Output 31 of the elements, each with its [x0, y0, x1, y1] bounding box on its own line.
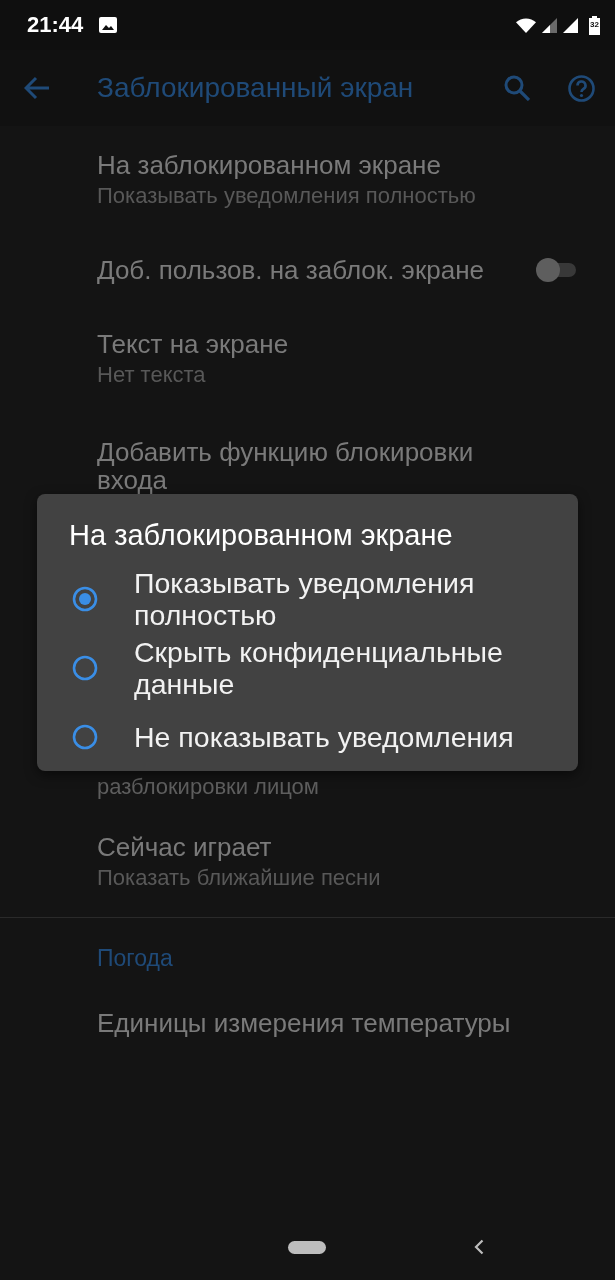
setting-title[interactable]: Сейчас играет	[97, 832, 272, 863]
radio-icon[interactable]	[72, 655, 98, 681]
signal-icon	[542, 17, 557, 33]
setting-title[interactable]: Единицы измерения температуры	[97, 1008, 511, 1039]
setting-summary: Нет текста	[97, 361, 206, 389]
option-label[interactable]: Скрыть конфиденциальные данные	[134, 636, 554, 700]
back-icon[interactable]	[474, 1239, 484, 1255]
setting-summary: Показать ближайшие песни	[97, 864, 381, 892]
setting-summary: Показывать уведомления полностью	[97, 182, 476, 210]
signal-icon	[563, 17, 578, 33]
section-header: Погода	[97, 944, 173, 973]
option-label[interactable]: Не показывать уведомления	[134, 721, 514, 753]
setting-title[interactable]: Текст на экране	[97, 329, 289, 360]
search-icon[interactable]	[504, 75, 530, 101]
clock-time: 21:44	[27, 12, 84, 38]
screen-title: Заблокированный экран	[97, 72, 414, 104]
home-pill[interactable]	[288, 1240, 326, 1254]
wifi-icon	[516, 17, 536, 33]
radio-selected-icon[interactable]	[72, 586, 98, 612]
setting-title[interactable]: Доб. пользов. на заблок. экране	[97, 254, 484, 286]
setting-summary: разблокировки лицом	[97, 773, 319, 801]
option-label[interactable]: Показывать уведомления полностью	[134, 567, 554, 631]
dialog-title: На заблокированном экране	[69, 519, 453, 551]
help-icon[interactable]	[568, 74, 595, 102]
radio-icon[interactable]	[72, 724, 98, 750]
setting-title[interactable]: На заблокированном экране	[97, 150, 441, 181]
setting-title[interactable]: Добавить функцию блокировки входа	[97, 438, 520, 494]
toggle-switch[interactable]	[536, 258, 578, 282]
battery-indicator: 32	[589, 15, 600, 35]
back-arrow-icon[interactable]	[24, 76, 50, 100]
image-icon	[99, 17, 118, 33]
